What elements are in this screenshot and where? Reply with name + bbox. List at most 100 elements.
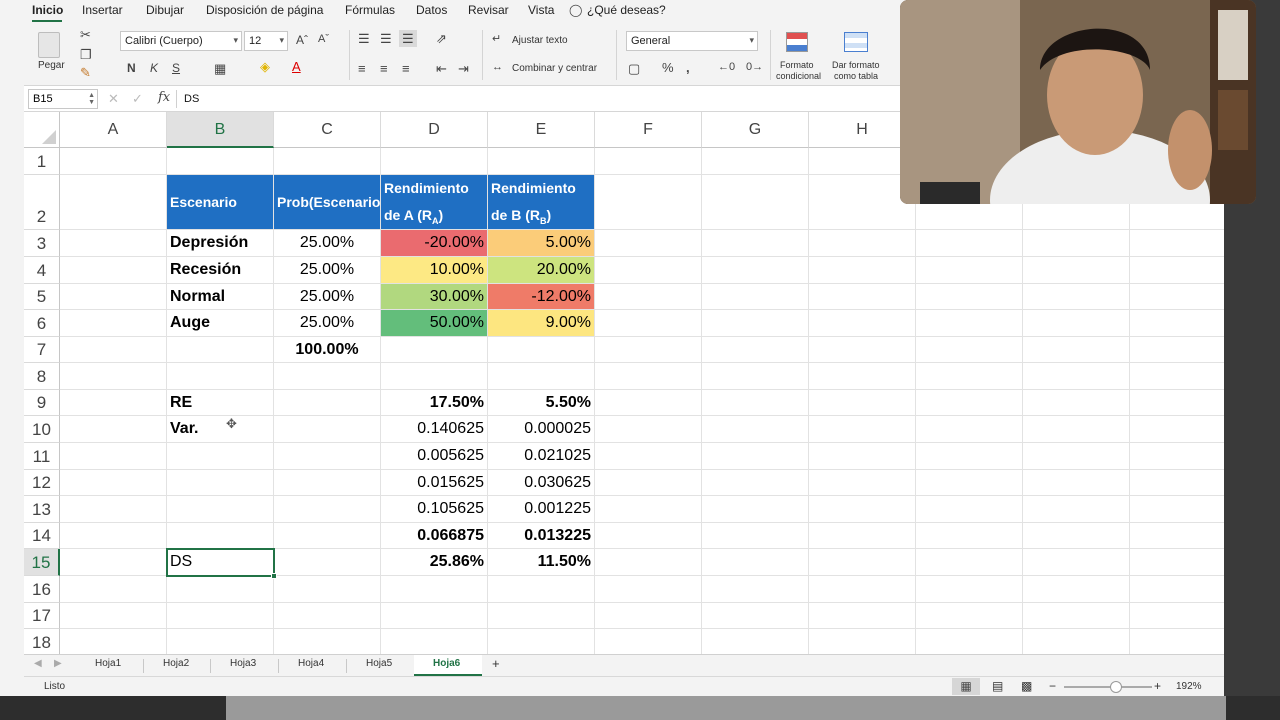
- number-format-select[interactable]: General ▾: [626, 31, 758, 51]
- decrease-font-icon[interactable]: Aˇ: [318, 34, 329, 45]
- normal-view-icon[interactable]: ▦: [952, 678, 980, 695]
- cell-c5[interactable]: 25.00%: [274, 284, 380, 310]
- align-right-icon[interactable]: ≡: [402, 62, 410, 75]
- cell-e14[interactable]: 0.013225: [488, 523, 594, 549]
- cell-e10[interactable]: 0.000025: [488, 416, 594, 442]
- cell-d14[interactable]: 0.066875: [381, 523, 487, 549]
- column-header-e[interactable]: E: [488, 112, 595, 148]
- zoom-in-icon[interactable]: +: [1154, 679, 1161, 693]
- row-header-6[interactable]: 6: [24, 310, 60, 337]
- row-header-8[interactable]: 8: [24, 363, 60, 390]
- cell-e9[interactable]: 5.50%: [488, 390, 594, 416]
- paste-button[interactable]: Pegar: [34, 28, 70, 71]
- column-header-c[interactable]: C: [274, 112, 381, 148]
- cell-e5[interactable]: -12.00%: [488, 284, 594, 309]
- cell-c4[interactable]: 25.00%: [274, 257, 380, 283]
- increase-indent-icon[interactable]: ⇥: [458, 62, 469, 75]
- tab-insertar[interactable]: Insertar: [82, 3, 123, 17]
- italic-button[interactable]: K: [150, 62, 158, 74]
- sheet-tab-hoja1[interactable]: Hoja1: [95, 658, 121, 669]
- copy-icon[interactable]: ❐: [80, 48, 92, 61]
- merge-center-button[interactable]: Combinar y centrar: [512, 63, 597, 74]
- tab-datos[interactable]: Datos: [416, 3, 447, 17]
- cell-c6[interactable]: 25.00%: [274, 310, 380, 336]
- bold-button[interactable]: N: [127, 62, 136, 74]
- column-header-a[interactable]: A: [60, 112, 167, 148]
- zoom-slider-thumb[interactable]: [1110, 681, 1122, 693]
- fill-color-icon[interactable]: ◈: [260, 60, 270, 73]
- row-header-4[interactable]: 4: [24, 257, 60, 284]
- column-header-d[interactable]: D: [381, 112, 488, 148]
- cell-d15[interactable]: 25.86%: [381, 549, 487, 575]
- cut-icon[interactable]: ✂: [80, 28, 91, 41]
- currency-icon[interactable]: ▢: [628, 62, 640, 75]
- tell-me-search[interactable]: ¿Qué deseas?: [587, 3, 666, 17]
- row-header-7[interactable]: 7: [24, 337, 60, 363]
- add-sheet-icon[interactable]: +: [492, 656, 500, 671]
- sheet-tab-hoja3[interactable]: Hoja3: [230, 658, 256, 669]
- underline-button[interactable]: S: [172, 62, 180, 74]
- row-header-17[interactable]: 17: [24, 603, 60, 629]
- fill-handle[interactable]: [271, 573, 277, 579]
- merge-center-icon[interactable]: ↔: [492, 62, 503, 73]
- row-header-14[interactable]: 14: [24, 523, 60, 549]
- insert-function-button[interactable]: fx: [158, 91, 170, 104]
- formula-input[interactable]: DS: [184, 93, 199, 105]
- align-left-icon[interactable]: ≡: [358, 62, 366, 75]
- format-as-table-button[interactable]: Dar formato como tabla: [832, 28, 888, 84]
- sheet-tab-hoja5[interactable]: Hoja5: [366, 658, 392, 669]
- tab-formulas[interactable]: Fórmulas: [345, 3, 395, 17]
- row-header-12[interactable]: 12: [24, 470, 60, 496]
- conditional-format-button[interactable]: Formato condicional: [776, 28, 828, 84]
- cell-e4[interactable]: 20.00%: [488, 257, 594, 283]
- sheet-tab-hoja6[interactable]: Hoja6: [433, 658, 460, 669]
- column-header-f[interactable]: F: [595, 112, 702, 148]
- tab-inicio[interactable]: Inicio: [32, 3, 63, 17]
- scroll-right-icon[interactable]: ▶: [54, 658, 62, 669]
- cell-b5[interactable]: Normal: [167, 284, 273, 310]
- cell-d10[interactable]: 0.140625: [381, 416, 487, 442]
- font-color-icon[interactable]: A: [292, 60, 301, 73]
- header-rendimiento-a[interactable]: Rendimiento de A (RA): [381, 175, 487, 229]
- row-header-9[interactable]: 9: [24, 390, 60, 416]
- cell-e3[interactable]: 5.00%: [488, 230, 594, 256]
- cell-b6[interactable]: Auge: [167, 310, 273, 336]
- tab-disposicion[interactable]: Disposición de página: [206, 3, 323, 17]
- cell-e6[interactable]: 9.00%: [488, 310, 594, 336]
- row-header-10[interactable]: 10: [24, 416, 60, 443]
- zoom-slider[interactable]: [1064, 681, 1152, 693]
- row-header-18[interactable]: 18: [24, 629, 60, 654]
- tab-revisar[interactable]: Revisar: [468, 3, 509, 17]
- align-bottom-icon[interactable]: ☰: [399, 30, 417, 47]
- cell-d5[interactable]: 30.00%: [381, 284, 487, 309]
- orientation-icon[interactable]: ⇗: [436, 32, 447, 45]
- column-header-b[interactable]: B: [167, 112, 274, 148]
- align-middle-icon[interactable]: ☰: [380, 32, 392, 45]
- wrap-text-icon[interactable]: ↵: [492, 34, 501, 45]
- header-rendimiento-b[interactable]: Rendimiento de B (RB): [488, 175, 594, 229]
- scroll-left-icon[interactable]: ◀: [34, 658, 42, 669]
- cell-b9[interactable]: RE: [167, 390, 273, 416]
- row-header-5[interactable]: 5: [24, 284, 60, 310]
- cell-e13[interactable]: 0.001225: [488, 496, 594, 522]
- zoom-out-icon[interactable]: −: [1049, 679, 1056, 693]
- cell-d12[interactable]: 0.015625: [381, 470, 487, 496]
- page-layout-icon[interactable]: ▤: [992, 679, 1003, 693]
- font-size-select[interactable]: 12 ▾: [244, 31, 288, 51]
- cell-b10[interactable]: Var.: [167, 416, 273, 442]
- percent-icon[interactable]: %: [662, 61, 674, 74]
- borders-icon[interactable]: ▦: [214, 62, 226, 75]
- zoom-level[interactable]: 192%: [1176, 681, 1202, 692]
- increase-decimal-icon[interactable]: ←0: [718, 62, 735, 73]
- align-center-icon[interactable]: ≡: [380, 62, 388, 75]
- cell-d4[interactable]: 10.00%: [381, 257, 487, 283]
- column-header-g[interactable]: G: [702, 112, 809, 148]
- wrap-text-button[interactable]: Ajustar texto: [512, 35, 568, 46]
- cell-d13[interactable]: 0.105625: [381, 496, 487, 522]
- cell-b3[interactable]: Depresión: [167, 230, 273, 256]
- select-all-corner[interactable]: [24, 112, 60, 148]
- header-escenario[interactable]: Escenario: [167, 175, 273, 229]
- cell-d6[interactable]: 50.00%: [381, 310, 487, 336]
- cell-e15[interactable]: 11.50%: [488, 549, 594, 575]
- name-box[interactable]: B15 ▲ ▼: [28, 89, 98, 109]
